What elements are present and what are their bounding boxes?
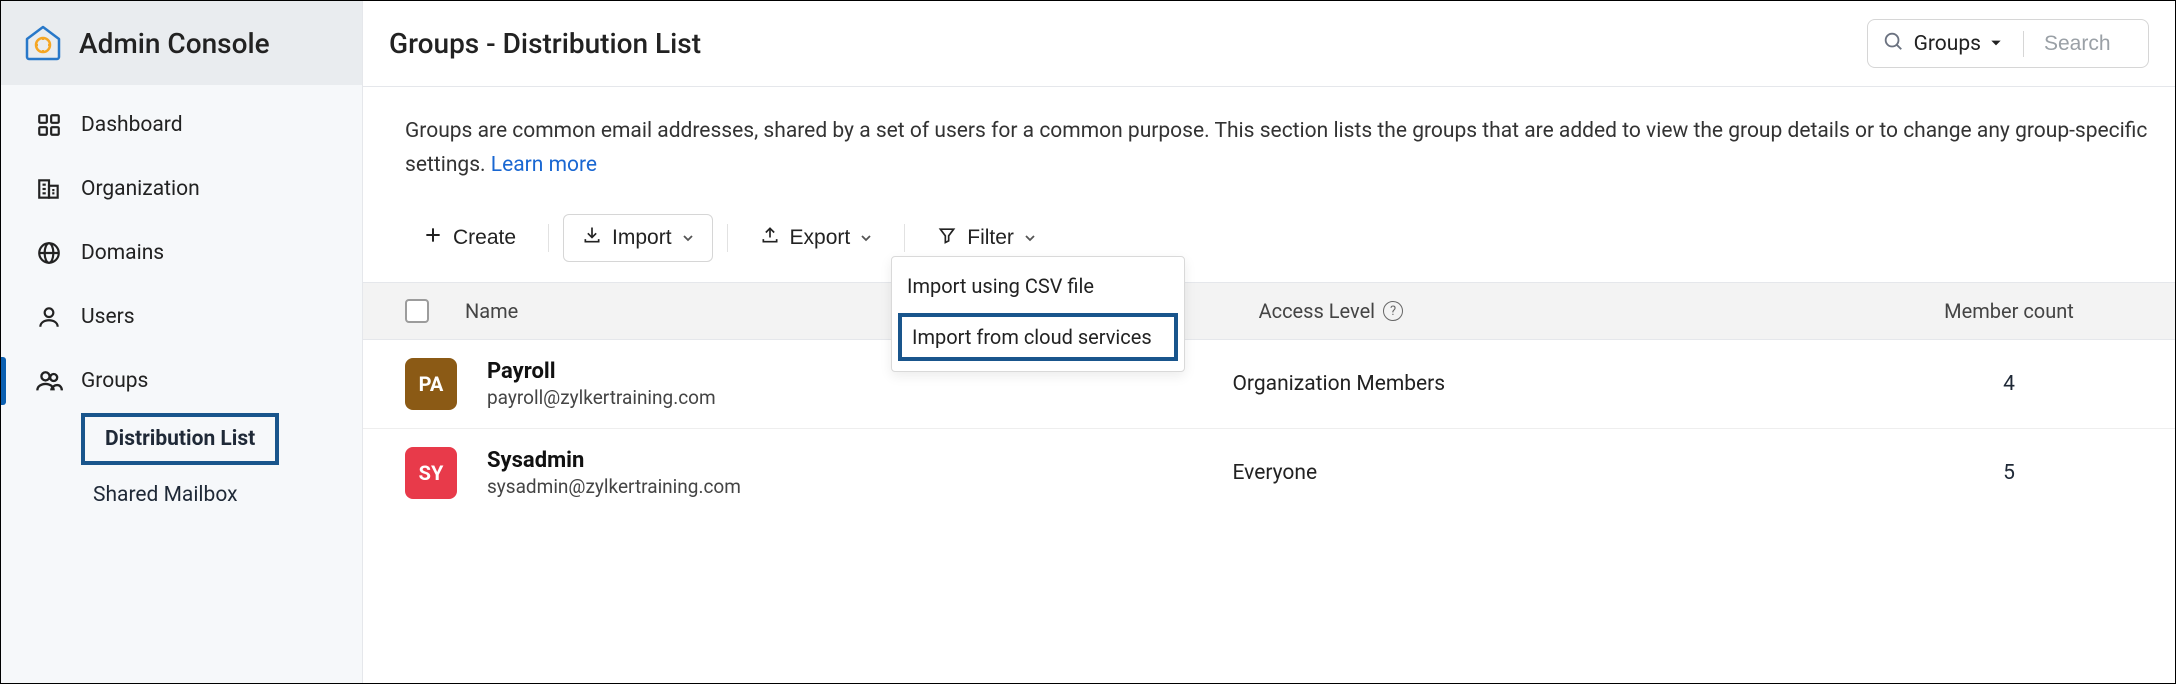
sidebar-item-organization[interactable]: Organization [1, 157, 362, 221]
caret-down-icon [1989, 32, 2003, 56]
search-box: Groups [1867, 19, 2149, 68]
sidebar-item-label: Users [81, 305, 135, 329]
users-icon [35, 303, 63, 331]
create-button[interactable]: Create [405, 215, 534, 261]
sidebar-item-label: Domains [81, 241, 164, 265]
sidebar-item-label: Organization [81, 177, 200, 201]
dashboard-icon [35, 111, 63, 139]
group-name: Sysadmin [487, 448, 741, 473]
subnav-item-shared-mailbox[interactable]: Shared Mailbox [81, 471, 250, 519]
subnav-item-label: Distribution List [105, 427, 255, 451]
page-title: Groups - Distribution List [389, 27, 701, 60]
search-input[interactable] [2044, 32, 2134, 56]
divider [904, 224, 905, 252]
column-header-access-label: Access Level [1259, 299, 1375, 323]
filter-label: Filter [967, 226, 1014, 250]
export-button[interactable]: Export [742, 215, 891, 261]
sidebar-nav: Dashboard Organization Domains Users [1, 85, 362, 413]
member-count: 4 [1869, 372, 2149, 396]
sidebar-header: Admin Console [1, 1, 362, 85]
page-description: Groups are common email addresses, share… [363, 87, 2175, 194]
create-label: Create [453, 226, 516, 250]
access-level: Organization Members [1232, 372, 1869, 396]
import-label: Import [612, 226, 672, 250]
export-label: Export [790, 226, 851, 250]
sidebar-item-groups[interactable]: Groups [1, 349, 362, 413]
divider [2023, 31, 2024, 57]
import-dropdown: Import using CSV file Import from cloud … [891, 256, 1185, 372]
search-scope-label: Groups [1914, 32, 1981, 56]
group-name: Payroll [487, 359, 716, 384]
plus-icon [423, 225, 443, 251]
help-icon[interactable]: ? [1383, 301, 1403, 321]
chevron-down-icon [682, 226, 694, 250]
column-header-members[interactable]: Member count [1869, 299, 2149, 323]
table-row[interactable]: SY Sysadmin sysadmin@zylkertraining.com … [363, 429, 2175, 517]
groups-icon [35, 367, 63, 395]
subnav-item-label: Shared Mailbox [93, 483, 238, 507]
group-email: sysadmin@zylkertraining.com [487, 475, 741, 498]
search-scope-selector[interactable]: Groups [1914, 32, 2003, 56]
organization-icon [35, 175, 63, 203]
group-email: payroll@zylkertraining.com [487, 386, 716, 409]
import-cloud-option[interactable]: Import from cloud services [898, 313, 1178, 361]
toolbar: Create Import Export [363, 194, 2175, 282]
member-count: 5 [1869, 461, 2149, 485]
avatar: SY [405, 447, 457, 499]
sidebar: Admin Console Dashboard Organization Dom… [1, 1, 363, 683]
topbar: Groups - Distribution List Groups [363, 1, 2175, 87]
select-all-checkbox[interactable] [405, 299, 429, 323]
filter-button[interactable]: Filter [919, 215, 1054, 261]
sidebar-item-label: Dashboard [81, 113, 183, 137]
filter-icon [937, 225, 957, 251]
main-content: Groups - Distribution List Groups Groups… [363, 1, 2175, 683]
export-icon [760, 225, 780, 251]
sidebar-item-domains[interactable]: Domains [1, 221, 362, 285]
search-icon [1882, 30, 1904, 57]
table-header: Name Access Level ? Member count [363, 282, 2175, 340]
chevron-down-icon [860, 226, 872, 250]
chevron-down-icon [1024, 226, 1036, 250]
sidebar-item-users[interactable]: Users [1, 285, 362, 349]
domains-icon [35, 239, 63, 267]
import-button[interactable]: Import [563, 214, 713, 262]
learn-more-link[interactable]: Learn more [491, 153, 597, 177]
sidebar-item-dashboard[interactable]: Dashboard [1, 93, 362, 157]
access-level: Everyone [1232, 461, 1869, 485]
import-icon [582, 225, 602, 251]
description-text: Groups are common email addresses, share… [405, 119, 2147, 177]
import-csv-option[interactable]: Import using CSV file [892, 263, 1184, 309]
avatar: PA [405, 358, 457, 410]
column-header-access[interactable]: Access Level ? [1259, 299, 1869, 323]
divider [548, 224, 549, 252]
app-title: Admin Console [79, 27, 270, 60]
sidebar-subnav: Distribution List Shared Mailbox [1, 413, 362, 525]
sidebar-item-label: Groups [81, 369, 148, 393]
divider [727, 224, 728, 252]
subnav-item-distribution-list[interactable]: Distribution List [81, 413, 279, 465]
table-row[interactable]: PA Payroll payroll@zylkertraining.com Or… [363, 340, 2175, 429]
app-logo-icon [23, 23, 63, 63]
